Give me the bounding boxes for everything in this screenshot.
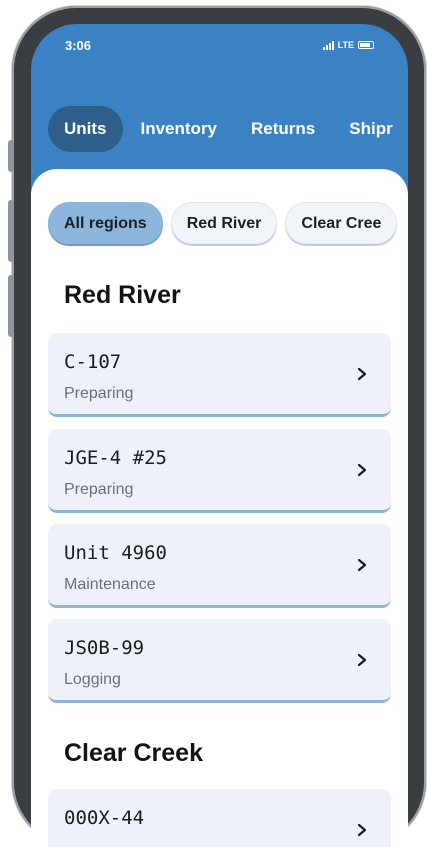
unit-code: Unit 4960 bbox=[64, 542, 167, 564]
chevron-right-icon bbox=[357, 463, 367, 477]
tab-returns[interactable]: Returns bbox=[235, 106, 331, 152]
section-title-red-river: Red River bbox=[64, 281, 181, 309]
status-bar: 3:06 LTE bbox=[31, 24, 408, 74]
app-screen: 3:06 LTE Units Inventory Returns Shipr A… bbox=[31, 24, 408, 847]
unit-card[interactable]: 000X-44 bbox=[48, 789, 391, 847]
unit-card[interactable]: Unit 4960 Maintenance bbox=[48, 524, 391, 608]
tab-shipments[interactable]: Shipr bbox=[333, 106, 408, 152]
unit-card[interactable]: JGE-4 #25 Preparing bbox=[48, 429, 391, 513]
chip-clear-creek[interactable]: Clear Cree bbox=[285, 202, 398, 244]
battery-icon bbox=[358, 41, 374, 49]
unit-card[interactable]: C-107 Preparing bbox=[48, 333, 391, 417]
tab-units[interactable]: Units bbox=[48, 106, 123, 152]
chevron-right-icon bbox=[357, 558, 367, 572]
unit-code: JGE-4 #25 bbox=[64, 447, 167, 469]
tab-inventory[interactable]: Inventory bbox=[125, 106, 234, 152]
signal-icon bbox=[322, 40, 334, 50]
unit-card[interactable]: JS0B-99 Logging bbox=[48, 619, 391, 703]
silent-switch bbox=[8, 140, 14, 172]
unit-status: Preparing bbox=[64, 385, 134, 402]
chevron-right-icon bbox=[357, 653, 367, 667]
section-title-clear-creek: Clear Creek bbox=[64, 739, 203, 767]
unit-status: Preparing bbox=[64, 481, 134, 498]
unit-code: JS0B-99 bbox=[64, 637, 145, 659]
chevron-right-icon bbox=[357, 823, 367, 837]
volume-up-button bbox=[8, 200, 14, 262]
volume-down-button bbox=[8, 275, 14, 337]
unit-code: C-107 bbox=[64, 351, 122, 373]
unit-status: Logging bbox=[64, 671, 121, 688]
unit-code: 000X-44 bbox=[64, 807, 145, 829]
unit-status: Maintenance bbox=[64, 576, 156, 593]
network-label: LTE bbox=[337, 40, 354, 50]
content-sheet: All regions Red River Clear Cree Red Riv… bbox=[31, 169, 408, 847]
status-indicators: LTE bbox=[322, 40, 374, 50]
status-time: 3:06 bbox=[65, 38, 92, 53]
region-filter-chips: All regions Red River Clear Cree bbox=[48, 202, 398, 244]
chevron-right-icon bbox=[357, 367, 367, 381]
top-tabs: Units Inventory Returns Shipr bbox=[48, 106, 408, 152]
chip-red-river[interactable]: Red River bbox=[170, 202, 278, 244]
chip-all-regions[interactable]: All regions bbox=[48, 202, 163, 244]
